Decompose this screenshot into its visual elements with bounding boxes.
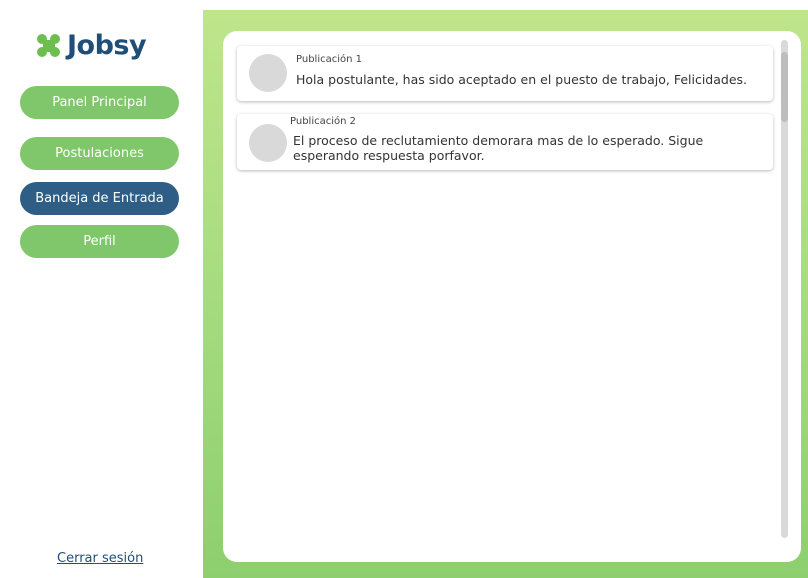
inbox-scrollbar[interactable] (781, 40, 788, 538)
logout-link[interactable]: Cerrar sesión (57, 551, 143, 566)
jobsy-logo-icon (37, 33, 61, 58)
message-title: Publicación 1 (296, 54, 362, 65)
message-card[interactable]: Publicación 2 El proceso de reclutamient… (237, 114, 773, 170)
brand-name: Jobsy (67, 30, 147, 61)
nav-perfil-button[interactable]: Perfil (20, 225, 179, 258)
nav-panel-principal-button[interactable]: Panel Principal (20, 86, 179, 119)
nav-postulaciones-button[interactable]: Postulaciones (20, 137, 179, 170)
message-title: Publicación 2 (290, 116, 356, 127)
avatar (249, 54, 287, 92)
message-card[interactable]: Publicación 1 Hola postulante, has sido … (237, 46, 773, 101)
scrollbar-thumb[interactable] (781, 52, 788, 122)
nav-bandeja-de-entrada-button[interactable]: Bandeja de Entrada (20, 182, 179, 215)
message-body: El proceso de reclutamiento demorara mas… (293, 133, 704, 163)
sidebar: Jobsy Panel Principal Postulaciones Band… (0, 0, 203, 578)
avatar (249, 124, 287, 162)
brand-logo[interactable]: Jobsy (37, 30, 147, 61)
message-body: Hola postulante, has sido aceptado en el… (296, 72, 748, 87)
inbox-panel (223, 31, 801, 562)
